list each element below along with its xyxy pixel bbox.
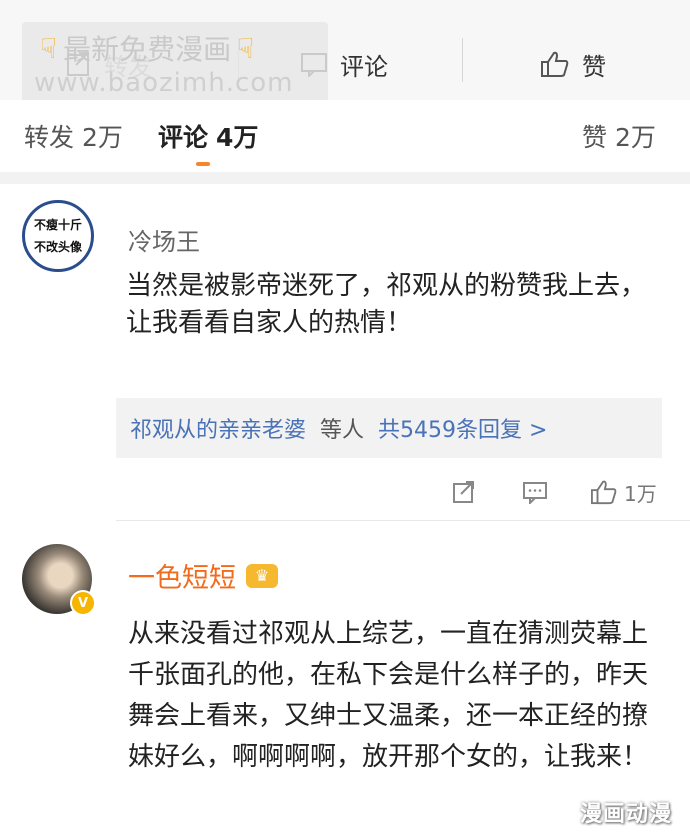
reply-etc: 等人 [320, 418, 365, 443]
comment-divider [116, 520, 690, 521]
stats-tabs: 转发 2万 评论 4万 赞 2万 [0, 100, 690, 172]
comment-icon [522, 480, 548, 504]
like-label: 赞 [582, 52, 606, 81]
comment-username[interactable]: 一色短短 ♛ [128, 556, 278, 595]
active-tab-indicator [196, 162, 210, 166]
thumbs-up-icon [540, 50, 570, 78]
reply-comment-button[interactable] [522, 474, 548, 510]
tab-repost[interactable]: 转发 2万 [24, 118, 123, 154]
comment-text: 从来没看过祁观从上综艺，一直在猜测荧幕上千张面孔的他，在私下会是什么样子的，昨天… [128, 619, 649, 772]
tab-likes[interactable]: 赞 2万 [582, 118, 656, 154]
reply-count-link[interactable]: 共5459条回复 > [378, 412, 547, 444]
like-button[interactable]: 赞 [540, 44, 606, 84]
repost-comment-button[interactable] [452, 474, 476, 510]
section-divider [0, 172, 690, 184]
corner-watermark: 漫画动漫 [579, 802, 672, 827]
verified-badge: V [70, 590, 96, 616]
watermark-url: www.baozimh.com [34, 68, 294, 98]
comment-label: 评论 [340, 52, 388, 81]
separator [462, 38, 463, 82]
avatar[interactable]: 不瘦十斤 不改头像 [22, 200, 94, 272]
like-count: 1万 [624, 481, 657, 506]
thumbs-up-icon [590, 479, 618, 505]
comment-username[interactable]: 冷场王 [128, 222, 200, 257]
tab-comments[interactable]: 评论 4万 [158, 118, 258, 154]
watermark-line1: ☟ 最新免费漫画 ☟ [40, 31, 255, 67]
like-comment-button[interactable]: 1万 [590, 474, 657, 510]
comment-text: 当然是被影帝迷死了，祁观从的粉赞我上去，让我看看自家人的热情！ [126, 271, 647, 338]
pointing-hand-icon: ☟ [237, 31, 255, 65]
share-icon [452, 480, 476, 504]
reply-user-link[interactable]: 祁观从的亲亲老婆 [130, 412, 306, 444]
pointing-hand-icon: ☟ [40, 31, 58, 65]
reply-summary[interactable]: 祁观从的亲亲老婆 等人 共5459条回复 > [116, 398, 662, 458]
crown-icon: ♛ [246, 563, 278, 588]
